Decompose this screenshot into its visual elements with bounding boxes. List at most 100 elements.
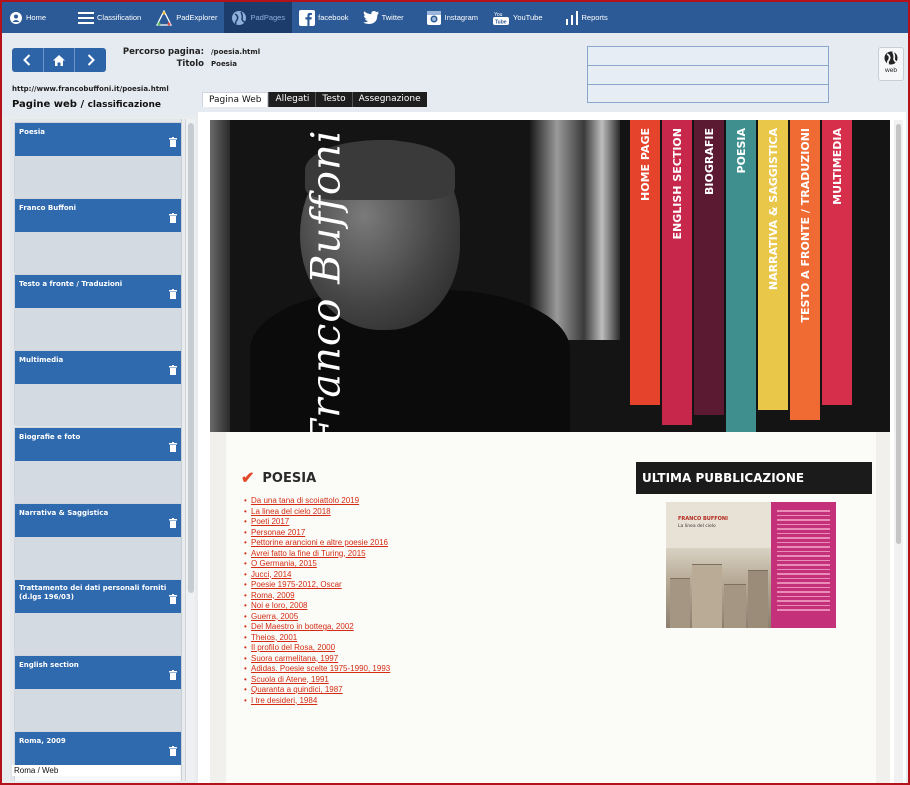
- ribbon-menu-item[interactable]: TESTO A FRONTE / TRADUZIONI: [790, 120, 820, 420]
- list-icon: [78, 11, 95, 24]
- book-back-text-lines: [777, 510, 830, 614]
- page-card-body: [15, 384, 181, 426]
- page-card[interactable]: Multimedia: [14, 350, 181, 426]
- building-shape: [724, 584, 746, 628]
- app-window: Home Classification PadExplorer PadPages…: [0, 0, 910, 785]
- page-card-title: English section: [19, 661, 79, 669]
- poem-link[interactable]: Del Maestro in bottega, 2002: [244, 622, 544, 633]
- poem-link[interactable]: Quaranta a quindici, 1987: [244, 685, 544, 696]
- page-card[interactable]: Trattamento dei dati personali forniti (…: [14, 579, 181, 655]
- site-signature: Franco Buffoni: [303, 129, 350, 432]
- home-nav-button[interactable]: [43, 48, 76, 72]
- tab-pagina-web[interactable]: Pagina Web: [202, 92, 269, 107]
- nav-padpages[interactable]: PadPages: [224, 2, 293, 33]
- poem-link[interactable]: O Germania, 2015: [244, 559, 544, 570]
- page-card-header[interactable]: Biografie e foto: [15, 428, 181, 461]
- metadata-fields[interactable]: [587, 46, 829, 103]
- back-button[interactable]: [12, 48, 44, 72]
- poem-link[interactable]: Avrei fatto la fine di Turing, 2015: [244, 549, 544, 560]
- page-card[interactable]: Biografie e foto: [14, 427, 181, 503]
- ribbon-menu-item[interactable]: NARRATIVA & SAGGISTICA: [758, 120, 788, 410]
- web-button[interactable]: web: [878, 47, 904, 81]
- trash-icon[interactable]: [169, 210, 177, 228]
- nav-facebook[interactable]: facebook: [292, 2, 355, 33]
- nav-reports[interactable]: Reports: [558, 2, 615, 33]
- trash-icon[interactable]: [169, 743, 177, 761]
- nav-youtube[interactable]: You Tube YouTube: [485, 2, 549, 33]
- globe-icon: [884, 51, 898, 65]
- poem-link[interactable]: Suora carmelitana, 1997: [244, 654, 544, 665]
- ribbon-menu-label: NARRATIVA & SAGGISTICA: [766, 128, 780, 291]
- youtube-icon: You Tube: [492, 10, 510, 26]
- page-card-title: Narrativa & Saggistica: [19, 509, 109, 517]
- poem-link[interactable]: Theios, 2001: [244, 633, 544, 644]
- poem-link[interactable]: Noi e loro, 2008: [244, 601, 544, 612]
- page-card[interactable]: Narrativa & Saggistica: [14, 503, 181, 579]
- sidebar-scrollbar[interactable]: [185, 119, 195, 781]
- ribbon-menu-item[interactable]: ENGLISH SECTION: [662, 120, 692, 425]
- page-card[interactable]: Testo a fronte / Traduzioni: [14, 274, 181, 350]
- poem-link[interactable]: Poesie 1975-2012, Oscar: [244, 580, 544, 591]
- trash-icon[interactable]: [169, 134, 177, 152]
- poem-link[interactable]: I tre desideri, 1984: [244, 696, 544, 707]
- page-card-header[interactable]: Multimedia: [15, 351, 181, 384]
- metadata-field-2[interactable]: [588, 66, 828, 85]
- page-card-header[interactable]: Testo a fronte / Traduzioni: [15, 275, 181, 308]
- poem-link[interactable]: Poeti 2017: [244, 517, 544, 528]
- trash-icon[interactable]: [169, 591, 177, 609]
- page-card-header[interactable]: Narrativa & Saggistica: [15, 504, 181, 537]
- page-card[interactable]: English section: [14, 655, 181, 731]
- trash-icon[interactable]: [169, 362, 177, 380]
- poem-link[interactable]: Il profilo del Rosa, 2000: [244, 643, 544, 654]
- poem-link[interactable]: Pettorine arancioni e altre poesie 2016: [244, 538, 544, 549]
- chevron-right-icon: [87, 54, 95, 66]
- ribbon-menu-label: BIOGRAFIE: [702, 128, 716, 195]
- tab-allegati[interactable]: Allegati: [268, 92, 316, 107]
- page-card-header[interactable]: Poesia: [15, 123, 181, 156]
- page-card-body: [15, 537, 181, 579]
- poem-link[interactable]: Guerra, 2005: [244, 612, 544, 623]
- nav-instagram[interactable]: Instagram: [419, 2, 485, 33]
- page-card-header[interactable]: Franco Buffoni: [15, 199, 181, 232]
- ribbon-menu-item[interactable]: MULTIMEDIA: [822, 120, 852, 405]
- trash-icon[interactable]: [169, 439, 177, 457]
- percorso-value: /poesia.html: [211, 48, 261, 56]
- trash-icon[interactable]: [169, 667, 177, 685]
- web-page-frame: Franco Buffoni HOME PAGE ENGLISH SECTION B…: [210, 120, 890, 783]
- nav-classification[interactable]: Classification: [71, 2, 148, 33]
- page-card[interactable]: Franco Buffoni: [14, 198, 181, 274]
- poem-link[interactable]: Adidas. Poesie scelte 1975-1990, 1993: [244, 664, 544, 675]
- poem-link[interactable]: Jucci, 2014: [244, 570, 544, 581]
- ribbon-menu-item[interactable]: BIOGRAFIE: [694, 120, 724, 415]
- ribbon-menu-item[interactable]: POESIA: [726, 120, 756, 432]
- page-card-header[interactable]: Trattamento dei dati personali forniti (…: [15, 580, 181, 613]
- ribbon-menu-item[interactable]: HOME PAGE: [630, 120, 660, 405]
- chart-icon: [565, 10, 579, 25]
- trash-icon[interactable]: [169, 515, 177, 533]
- page-card[interactable]: Poesia: [14, 122, 181, 198]
- nav-padexplorer[interactable]: PadExplorer: [148, 2, 224, 33]
- twitter-icon: [362, 11, 379, 24]
- ribbon-menu-label: HOME PAGE: [638, 128, 652, 201]
- trash-icon[interactable]: [169, 286, 177, 304]
- poem-link[interactable]: Roma, 2009: [244, 591, 544, 602]
- poem-link[interactable]: Scuola di Atene, 1991: [244, 675, 544, 686]
- sidebar-scroll-thumb[interactable]: [188, 123, 194, 593]
- latest-book-cover[interactable]: FRANCO BUFFONI La linea del cielo: [666, 502, 836, 628]
- tab-assegnazione[interactable]: Assegnazione: [351, 92, 427, 107]
- preview-scroll-thumb[interactable]: [896, 124, 901, 544]
- metadata-field-3[interactable]: [588, 85, 828, 104]
- poem-link[interactable]: Personae 2017: [244, 528, 544, 539]
- tab-testo[interactable]: Testo: [315, 92, 352, 107]
- poem-link[interactable]: Da una tana di scoiattolo 2019: [244, 496, 544, 507]
- page-card-title: Multimedia: [19, 356, 64, 364]
- page-card-header[interactable]: Roma, 2009: [15, 732, 181, 765]
- forward-button[interactable]: [75, 48, 106, 72]
- preview-scrollbar[interactable]: [894, 120, 903, 783]
- metadata-field-1[interactable]: [588, 47, 828, 66]
- page-card-body: [15, 232, 181, 274]
- page-card-header[interactable]: English section: [15, 656, 181, 689]
- poem-link[interactable]: La linea del cielo 2018: [244, 507, 544, 518]
- nav-home[interactable]: Home: [2, 2, 53, 33]
- nav-twitter[interactable]: Twitter: [356, 2, 411, 33]
